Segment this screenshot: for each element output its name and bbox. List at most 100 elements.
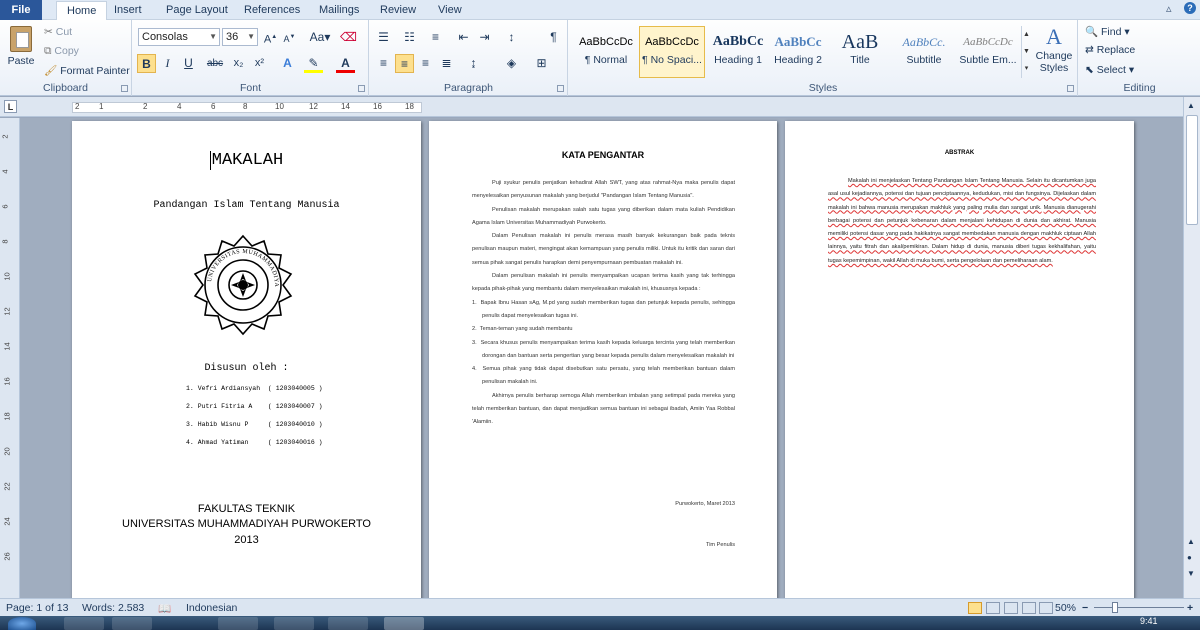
bold-button[interactable]: B bbox=[137, 54, 156, 73]
change-case-label: Aa bbox=[309, 30, 325, 44]
style-heading-2[interactable]: AaBbCc Heading 2 bbox=[765, 26, 831, 78]
minimize-ribbon-icon[interactable]: ▵ bbox=[1166, 2, 1172, 15]
tab-home[interactable]: Home bbox=[56, 1, 108, 21]
vertical-scrollbar[interactable]: ▲ ▲ ● ▼ bbox=[1183, 97, 1200, 598]
change-case-button[interactable]: Aa▾ bbox=[307, 28, 333, 47]
increase-indent-icon[interactable]: ⇥ bbox=[475, 28, 494, 47]
copy-label: Copy bbox=[54, 45, 79, 57]
page-foreword[interactable]: KATA PENGANTAR Puji syukur penulis penja… bbox=[429, 121, 777, 598]
page-count[interactable]: Page: 1 of 13 bbox=[6, 602, 68, 614]
change-styles-button[interactable]: A Change Styles bbox=[1033, 24, 1075, 74]
tab-review[interactable]: Review bbox=[370, 0, 426, 20]
proofing-icon[interactable]: 📖 bbox=[158, 602, 171, 615]
find-button[interactable]: 🔍 Find ▾ bbox=[1085, 25, 1130, 38]
page-cover[interactable]: MAKALAH Pandangan Islam Tentang Manusia bbox=[72, 121, 421, 598]
taskbar-firefox[interactable] bbox=[218, 617, 258, 630]
taskbar-explorer[interactable] bbox=[64, 617, 104, 630]
taskbar-app[interactable] bbox=[328, 617, 368, 630]
paragraph-launcher-icon[interactable] bbox=[557, 85, 564, 92]
language[interactable]: Indonesian bbox=[186, 602, 237, 614]
grow-font-button[interactable]: A▲ bbox=[261, 28, 280, 47]
zoom-thumb[interactable] bbox=[1112, 602, 1118, 613]
styles-launcher-icon[interactable] bbox=[1067, 85, 1074, 92]
web-layout-icon[interactable] bbox=[1004, 602, 1018, 614]
scroll-up-icon[interactable]: ▲ bbox=[1187, 101, 1195, 110]
sort-icon[interactable]: ↕ bbox=[502, 28, 521, 47]
tab-mailings[interactable]: Mailings bbox=[309, 0, 369, 20]
help-icon[interactable]: ? bbox=[1184, 2, 1196, 14]
horizontal-ruler[interactable]: L 2 1 2 4 6 8 10 12 14 16 18 bbox=[0, 97, 1200, 117]
paragraph: Makalah ini menjelaskan Tentang Pandanga… bbox=[828, 175, 1096, 268]
zoom-out-icon[interactable]: − bbox=[1082, 602, 1088, 614]
full-screen-icon[interactable] bbox=[986, 602, 1000, 614]
tab-view[interactable]: View bbox=[428, 0, 472, 20]
show-marks-button[interactable]: ¶ bbox=[544, 28, 563, 47]
subscript-button[interactable]: x₂ bbox=[229, 54, 248, 73]
zoom-level[interactable]: 50% bbox=[1055, 602, 1076, 614]
text-effects-icon[interactable]: A bbox=[278, 54, 297, 73]
taskbar-folder[interactable] bbox=[112, 617, 152, 630]
document-canvas[interactable]: MAKALAH Pandangan Islam Tentang Manusia bbox=[20, 118, 1183, 598]
superscript-button[interactable]: x² bbox=[250, 54, 269, 73]
taskbar-app[interactable] bbox=[274, 617, 314, 630]
zoom-in-icon[interactable]: + bbox=[1187, 602, 1193, 614]
start-button[interactable] bbox=[8, 617, 36, 630]
print-layout-icon[interactable] bbox=[968, 602, 982, 614]
tab-selector[interactable]: L bbox=[4, 100, 17, 113]
styles-scroll[interactable]: ▲ ▼ ▾ bbox=[1021, 26, 1031, 78]
paragraph: Dalam penulisan makalah ini penulis meny… bbox=[472, 273, 735, 293]
scroll-thumb[interactable] bbox=[1186, 115, 1198, 225]
cut-button[interactable]: ✂ Cut bbox=[44, 26, 72, 38]
strikethrough-button[interactable]: abc bbox=[203, 54, 227, 73]
outline-icon[interactable] bbox=[1022, 602, 1036, 614]
tab-page-layout[interactable]: Page Layout bbox=[156, 0, 238, 20]
decrease-indent-icon[interactable]: ⇤ bbox=[454, 28, 473, 47]
style-heading-1[interactable]: AaBbCc Heading 1 bbox=[705, 26, 771, 78]
tab-file[interactable]: File bbox=[0, 0, 42, 20]
justify-icon[interactable]: ≣ bbox=[437, 54, 456, 73]
font-launcher-icon[interactable] bbox=[358, 85, 365, 92]
paste-button[interactable]: Paste bbox=[6, 24, 36, 67]
align-center-icon[interactable]: ≡ bbox=[395, 54, 414, 73]
align-right-icon[interactable]: ≡ bbox=[416, 54, 435, 73]
style-title[interactable]: AaB Title bbox=[827, 26, 893, 78]
font-family-select[interactable]: Consolas ▼ bbox=[138, 28, 220, 46]
select-button[interactable]: ⬉ Select ▾ bbox=[1085, 64, 1134, 76]
format-painter-button[interactable]: 🖌 Format Painter bbox=[44, 64, 130, 77]
browse-object-icon[interactable]: ● bbox=[1187, 553, 1192, 562]
cut-label: Cut bbox=[55, 26, 73, 38]
font-size-select[interactable]: 36 ▼ bbox=[222, 28, 258, 46]
tab-references[interactable]: References bbox=[234, 0, 310, 20]
line-spacing-icon[interactable]: ↨ bbox=[464, 54, 483, 73]
style-subtitle[interactable]: AaBbCc. Subtitle bbox=[891, 26, 957, 78]
copy-button[interactable]: ⧉ Copy bbox=[44, 45, 79, 58]
clipboard-launcher-icon[interactable] bbox=[121, 85, 128, 92]
style-normal[interactable]: AaBbCcDc ¶ Normal bbox=[573, 26, 639, 78]
borders-icon[interactable]: ⊞ bbox=[532, 54, 551, 73]
next-page-icon[interactable]: ▼ bbox=[1187, 569, 1195, 578]
word-count[interactable]: Words: 2.583 bbox=[82, 602, 144, 614]
scroll-down-icon[interactable]: ▲ bbox=[1187, 537, 1195, 546]
style-no-spacing[interactable]: AaBbCcDc ¶ No Spaci... bbox=[639, 26, 705, 78]
multilevel-list-icon[interactable]: ≡ bbox=[426, 28, 445, 47]
university-name: UNIVERSITAS MUHAMMADIYAH PURWOKERTO bbox=[122, 518, 371, 530]
clear-formatting-icon[interactable]: ⌫ bbox=[339, 28, 358, 47]
draft-icon[interactable] bbox=[1039, 602, 1053, 614]
clipboard-group-label: Clipboard bbox=[43, 82, 88, 94]
page-abstract[interactable]: ABSTRAK Makalah ini menjelaskan Tentang … bbox=[785, 121, 1134, 598]
underline-button[interactable]: U bbox=[179, 54, 198, 73]
shrink-font-button[interactable]: A▼ bbox=[280, 28, 299, 47]
align-left-icon[interactable]: ≡ bbox=[374, 54, 393, 73]
replace-button[interactable]: ⇄ Replace bbox=[1085, 44, 1135, 56]
highlight-icon[interactable]: ✎ bbox=[304, 54, 323, 73]
font-color-icon[interactable]: A bbox=[336, 54, 355, 73]
shading-icon[interactable]: ◈ bbox=[502, 54, 521, 73]
taskbar-word[interactable] bbox=[384, 617, 424, 630]
italic-button[interactable]: I bbox=[158, 54, 177, 73]
tab-insert[interactable]: Insert bbox=[104, 0, 152, 20]
bullets-icon[interactable]: ☰ bbox=[374, 28, 393, 47]
vertical-ruler[interactable]: 2 4 6 8 10 12 14 16 18 20 22 24 26 bbox=[0, 118, 20, 598]
numbering-icon[interactable]: ☷ bbox=[400, 28, 419, 47]
zoom-slider[interactable] bbox=[1094, 607, 1184, 608]
style-subtle-emphasis[interactable]: AaBbCcDc Subtle Em... bbox=[955, 26, 1021, 78]
